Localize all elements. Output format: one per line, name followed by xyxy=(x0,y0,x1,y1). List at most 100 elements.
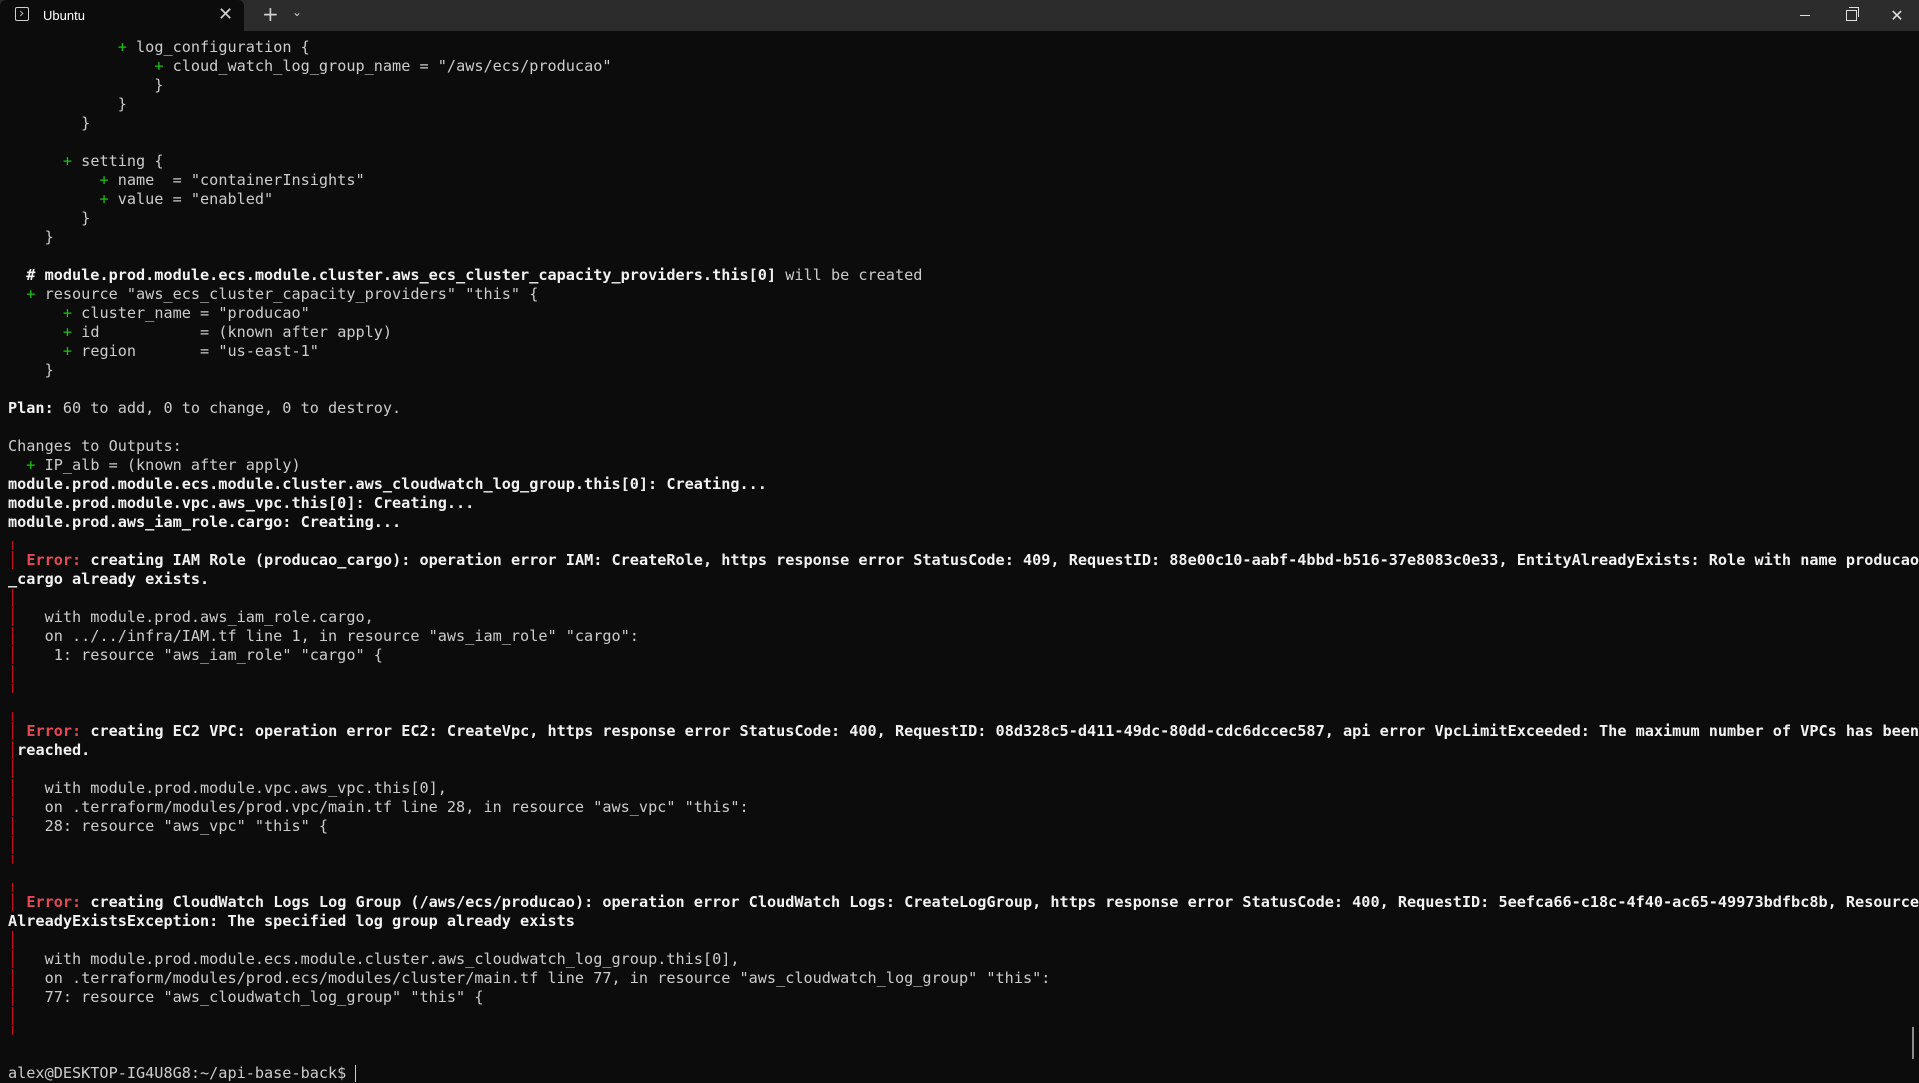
title-bar: Ubuntu ✕ + ⌄ ✕ xyxy=(0,0,1919,31)
error-label: Error: xyxy=(26,893,82,911)
line-text xyxy=(8,285,26,303)
line-text: │ xyxy=(8,950,18,968)
terminal-line: │ with module.prod.module.ecs.module.clu… xyxy=(8,950,1904,969)
minimize-icon xyxy=(1800,14,1810,16)
terminal-line: ╷ xyxy=(8,532,1904,551)
terminal-line: + id = (known after apply) xyxy=(8,323,1904,342)
tab-ubuntu[interactable]: Ubuntu ✕ xyxy=(0,0,244,31)
plus-marker: + xyxy=(99,171,109,189)
error-label: Error: xyxy=(26,551,82,569)
terminal-line: │ xyxy=(8,665,1904,684)
plus-marker: + xyxy=(62,304,73,322)
line-text: creating IAM Role (producao_cargo): oper… xyxy=(81,551,1919,569)
line-text: │ xyxy=(8,836,18,854)
line-text: module.prod.module.vpc.aws_vpc.this[0]: … xyxy=(8,494,475,512)
terminal-line: │ with module.prod.aws_iam_role.cargo, xyxy=(8,608,1904,627)
line-text: ╷ xyxy=(8,703,18,721)
terminal-line: │ with module.prod.module.vpc.aws_vpc.th… xyxy=(8,779,1904,798)
line-text: │ xyxy=(8,988,18,1006)
terminal-line: │ xyxy=(8,760,1904,779)
line-text: AlreadyExistsException: The specified lo… xyxy=(8,912,575,930)
terminal-line: + cluster_name = "producao" xyxy=(8,304,1904,323)
terminal-line: AlreadyExistsException: The specified lo… xyxy=(8,912,1904,931)
terminal-line: + IP_alb = (known after apply) xyxy=(8,456,1904,475)
line-text: │ xyxy=(8,817,18,835)
terminal-line: + name = "containerInsights" xyxy=(8,171,1904,190)
line-text: 60 to add, 0 to change, 0 to destroy. xyxy=(53,399,402,417)
line-text: │ xyxy=(8,741,18,759)
terminal-output[interactable]: + log_configuration { + cloud_watch_log_… xyxy=(8,38,1919,1083)
terminal-line: │ Error: creating EC2 VPC: operation err… xyxy=(8,722,1919,741)
terminal-line: + setting { xyxy=(8,152,1904,171)
minimize-button[interactable] xyxy=(1782,0,1828,31)
terminal-line: module.prod.aws_iam_role.cargo: Creating… xyxy=(8,513,1904,532)
terminal-line: │ 1: resource "aws_iam_role" "cargo" { xyxy=(8,646,1904,665)
plus-marker: + xyxy=(62,152,73,170)
line-text xyxy=(8,190,99,208)
plus-marker: + xyxy=(62,323,73,341)
line-text: module.prod.module.ecs.module.cluster.aw… xyxy=(8,475,767,493)
line-text: ╵ xyxy=(8,1026,18,1044)
line-text: 1: resource "aws_iam_role" "cargo" { xyxy=(17,646,383,664)
terminal-line: } xyxy=(8,209,1904,228)
line-text: } xyxy=(8,95,127,113)
line-text: 77: resource "aws_cloudwatch_log_group" … xyxy=(17,988,484,1006)
line-text: │ xyxy=(8,779,18,797)
shell-prompt: alex@DESKTOP-IG4U8G8:~/api-base-back$ xyxy=(8,1064,356,1082)
terminal-line: + value = "enabled" xyxy=(8,190,1904,209)
line-text xyxy=(8,304,63,322)
line-text xyxy=(8,342,63,360)
text-cursor xyxy=(355,1065,357,1082)
line-text: Changes to Outputs: xyxy=(8,437,182,455)
terminal-line: module.prod.module.ecs.module.cluster.aw… xyxy=(8,475,1904,494)
line-text: │ xyxy=(8,608,18,626)
line-text: } xyxy=(8,209,91,227)
line-text: region = "us-east-1" xyxy=(72,342,319,360)
prompt-line[interactable]: alex@DESKTOP-IG4U8G8:~/api-base-back$ xyxy=(8,1064,1904,1083)
line-text: on .terraform/modules/prod.ecs/modules/c… xyxy=(17,969,1051,987)
terminal-icon xyxy=(15,7,29,21)
new-tab-button[interactable]: + xyxy=(262,2,279,26)
terminal-line: } xyxy=(8,114,1904,133)
line-text: value = "enabled" xyxy=(108,190,274,208)
terminal-line: module.prod.module.vpc.aws_vpc.this[0]: … xyxy=(8,494,1904,513)
line-text: ╵ xyxy=(8,684,18,702)
line-text xyxy=(17,893,26,911)
line-text: │ xyxy=(8,893,18,911)
restore-button[interactable] xyxy=(1828,0,1874,31)
line-text xyxy=(8,171,99,189)
restore-icon xyxy=(1845,6,1859,21)
line-text: │ xyxy=(8,931,18,949)
line-text: IP_alb = (known after apply) xyxy=(35,456,301,474)
line-text: │ xyxy=(8,646,18,664)
line-text: │ xyxy=(8,1007,18,1025)
line-text: log_configuration { xyxy=(126,38,310,56)
line-text xyxy=(8,456,26,474)
line-text: reached. xyxy=(17,741,91,759)
line-text: resource "aws_ecs_cluster_capacity_provi… xyxy=(35,285,539,303)
terminal-line: } xyxy=(8,361,1904,380)
chevron-down-icon[interactable]: ⌄ xyxy=(292,5,302,19)
error-label: Error: xyxy=(26,722,82,740)
terminal-line: Changes to Outputs: xyxy=(8,437,1904,456)
line-text: } xyxy=(8,228,54,246)
terminal-line: │ xyxy=(8,836,1904,855)
terminal-line: + cloud_watch_log_group_name = "/aws/ecs… xyxy=(8,57,1904,76)
line-text: │ xyxy=(8,665,18,683)
line-text xyxy=(8,38,118,56)
tab-close-icon[interactable]: ✕ xyxy=(218,4,233,25)
scrollbar[interactable] xyxy=(1912,1027,1914,1059)
terminal-line: } xyxy=(8,76,1904,95)
plus-marker: + xyxy=(99,190,109,208)
line-text xyxy=(8,152,63,170)
line-text: │ xyxy=(8,760,18,778)
close-window-button[interactable]: ✕ xyxy=(1874,0,1919,31)
line-text: name = "containerInsights" xyxy=(108,171,365,189)
terminal-line: │ 28: resource "aws_vpc" "this" { xyxy=(8,817,1904,836)
terminal-line: │ 77: resource "aws_cloudwatch_log_group… xyxy=(8,988,1904,1007)
line-text: cluster_name = "producao" xyxy=(72,304,310,322)
